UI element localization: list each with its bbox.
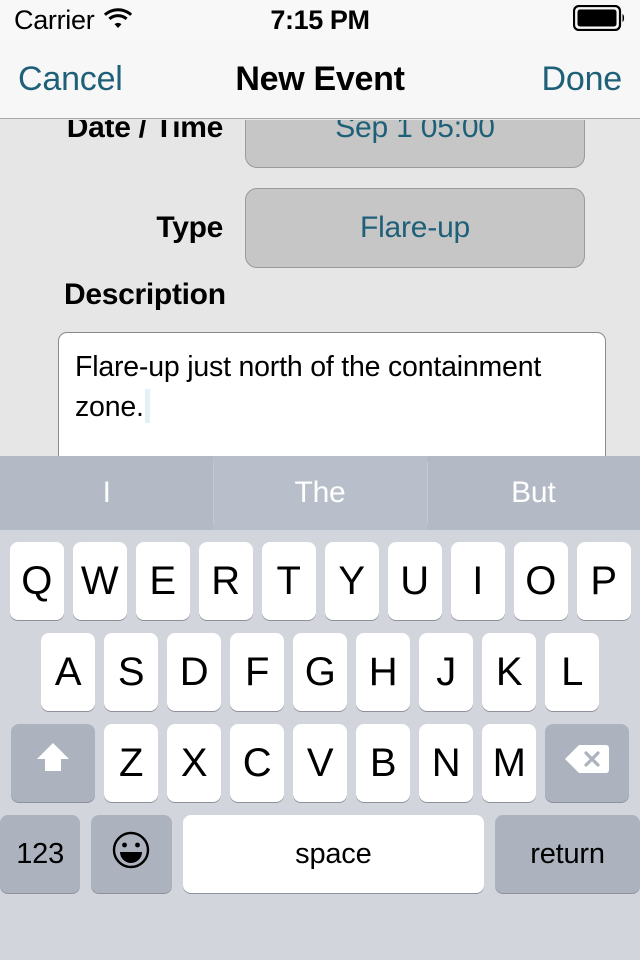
status-bar: Carrier 7:15 PM — [0, 0, 640, 40]
key-u[interactable]: U — [387, 542, 442, 620]
description-input[interactable]: Flare-up just north of the containment z… — [58, 332, 606, 456]
key-f[interactable]: F — [230, 633, 284, 711]
keyboard-rows: Q W E R T Y U I O P A S D F G H J K L Z … — [0, 530, 640, 893]
key-e[interactable]: E — [135, 542, 190, 620]
type-value-button[interactable]: Flare-up — [245, 188, 585, 268]
status-bar-right — [320, 4, 626, 36]
keyboard-row-3: Z X C V B N M — [0, 724, 640, 802]
form-row-date-time: Date / Time Sep 1 05:00 — [0, 120, 640, 178]
keyboard-row-4: 123 space return — [0, 815, 640, 893]
date-time-value-button[interactable]: Sep 1 05:00 — [245, 120, 585, 168]
on-screen-keyboard: I The But Q W E R T Y U I O P A S D F G … — [0, 456, 640, 960]
key-s[interactable]: S — [104, 633, 158, 711]
key-w[interactable]: W — [72, 542, 127, 620]
emoji-key[interactable] — [91, 815, 172, 893]
autocorrect-suggestion-bar: I The But — [0, 456, 640, 530]
key-h[interactable]: H — [356, 633, 410, 711]
backspace-delete-icon — [564, 741, 610, 786]
suggestion-item-2[interactable]: But — [426, 456, 640, 530]
description-label: Description — [64, 278, 226, 311]
cancel-button[interactable]: Cancel — [18, 60, 123, 99]
key-q[interactable]: Q — [9, 542, 64, 620]
key-g[interactable]: G — [293, 633, 347, 711]
form-row-type: Type Flare-up — [0, 178, 640, 278]
key-t[interactable]: T — [261, 542, 316, 620]
key-p[interactable]: P — [576, 542, 631, 620]
battery-full-icon — [572, 4, 626, 36]
key-n[interactable]: N — [419, 724, 473, 802]
key-z[interactable]: Z — [104, 724, 158, 802]
suggestion-item-0[interactable]: I — [0, 456, 213, 530]
type-label: Type — [156, 211, 223, 244]
shift-key[interactable] — [11, 724, 95, 802]
key-j[interactable]: J — [419, 633, 473, 711]
key-a[interactable]: A — [41, 633, 95, 711]
suggestion-item-1[interactable]: The — [213, 456, 427, 530]
shift-up-arrow-icon — [33, 739, 73, 787]
key-r[interactable]: R — [198, 542, 253, 620]
space-key[interactable]: space — [182, 815, 485, 893]
key-b[interactable]: B — [356, 724, 410, 802]
wifi-icon — [103, 6, 133, 35]
done-button[interactable]: Done — [542, 60, 623, 99]
key-x[interactable]: X — [167, 724, 221, 802]
date-time-label: Date / Time — [66, 120, 224, 144]
backspace-key[interactable] — [545, 724, 629, 802]
numeric-keyboard-key[interactable]: 123 — [0, 815, 81, 893]
navigation-bar: Cancel New Event Done — [0, 40, 640, 119]
key-d[interactable]: D — [167, 633, 221, 711]
return-key[interactable]: return — [495, 815, 640, 893]
key-l[interactable]: L — [545, 633, 599, 711]
key-k[interactable]: K — [482, 633, 536, 711]
keyboard-row-1: Q W E R T Y U I O P — [0, 542, 640, 620]
emoji-smiley-icon — [109, 828, 153, 880]
text-cursor — [144, 389, 150, 423]
event-form: Date / Time Sep 1 05:00 Type Flare-up De… — [0, 120, 640, 456]
key-m[interactable]: M — [482, 724, 536, 802]
key-i[interactable]: I — [450, 542, 505, 620]
key-v[interactable]: V — [293, 724, 347, 802]
key-y[interactable]: Y — [324, 542, 379, 620]
keyboard-row-2: A S D F G H J K L — [0, 633, 640, 711]
status-bar-left: Carrier — [14, 5, 320, 36]
key-c[interactable]: C — [230, 724, 284, 802]
carrier-label: Carrier — [14, 4, 95, 35]
key-o[interactable]: O — [513, 542, 568, 620]
